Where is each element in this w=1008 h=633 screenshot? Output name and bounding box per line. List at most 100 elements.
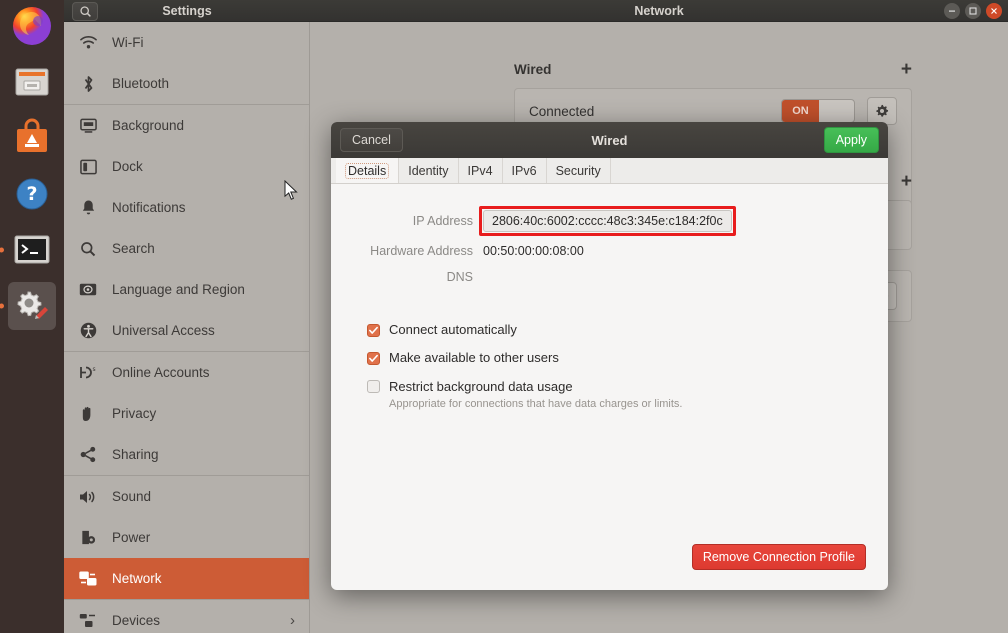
- sidebar-item-label: Sharing: [112, 447, 159, 462]
- settings-window: Settings Network Wi-Fi Bluetooth Backgro…: [64, 0, 1008, 633]
- dock-item-settings[interactable]: [8, 282, 56, 330]
- sidebar-item-sound[interactable]: Sound: [64, 476, 309, 517]
- files-icon: [15, 68, 49, 96]
- connect-automatically-row[interactable]: Connect automatically: [367, 322, 888, 337]
- settings-sidebar: Wi-Fi Bluetooth Background Dock Notifica…: [64, 22, 310, 633]
- make-available-row[interactable]: Make available to other users: [367, 350, 888, 365]
- tab-identity[interactable]: Identity: [399, 158, 459, 183]
- dock-item-files[interactable]: [8, 58, 56, 106]
- tab-label: IPv4: [467, 163, 493, 178]
- svg-text:?: ?: [26, 183, 37, 205]
- dock-item-help[interactable]: ?: [8, 170, 56, 218]
- add-wired-connection-button[interactable]: +: [901, 60, 912, 79]
- sound-icon: [78, 489, 98, 505]
- sidebar-item-label: Online Accounts: [112, 365, 210, 380]
- chevron-right-icon: ›: [290, 612, 295, 629]
- sidebar-item-label: Language and Region: [112, 282, 245, 297]
- language-icon: [78, 283, 98, 296]
- sidebar-item-label: Universal Access: [112, 323, 215, 338]
- tab-label: Details: [345, 162, 390, 179]
- background-icon: [78, 118, 98, 134]
- dock-item-firefox[interactable]: [8, 2, 56, 50]
- ip-address-value[interactable]: 2806:40c:6002:cccc:48c3:345e:c184:2f0c: [483, 210, 732, 232]
- help-icon: ?: [16, 178, 48, 210]
- sharing-icon: [78, 446, 98, 463]
- settings-icon: [17, 291, 48, 319]
- screen: ? Settings Network Wi-Fi Bluetooth Backg…: [0, 0, 1008, 633]
- sidebar-item-devices[interactable]: Devices ›: [64, 600, 309, 633]
- close-button[interactable]: [986, 3, 1002, 19]
- firefox-icon: [13, 7, 51, 45]
- restrict-background-data-sublabel: Appropriate for connections that have da…: [389, 398, 683, 410]
- tab-security[interactable]: Security: [547, 158, 611, 183]
- cancel-button[interactable]: Cancel: [340, 128, 403, 152]
- search-button[interactable]: [72, 1, 98, 21]
- online-accounts-icon: s: [78, 365, 98, 380]
- dialog-header: Cancel Wired Apply: [331, 122, 888, 158]
- toggle-on-label: ON: [782, 100, 819, 122]
- apply-button[interactable]: Apply: [823, 127, 879, 153]
- wifi-icon: [78, 35, 98, 50]
- sidebar-item-search[interactable]: Search: [64, 228, 309, 269]
- sidebar-item-wifi[interactable]: Wi-Fi: [64, 22, 309, 63]
- launcher-dock: ?: [0, 0, 64, 633]
- sidebar-item-label: Power: [112, 530, 151, 545]
- sidebar-item-sharing[interactable]: Sharing: [64, 434, 309, 475]
- sidebar-item-notifications[interactable]: Notifications: [64, 187, 309, 228]
- mouse-cursor: [284, 180, 298, 200]
- sidebar-item-online-accounts[interactable]: s Online Accounts: [64, 352, 309, 393]
- sidebar-item-privacy[interactable]: Privacy: [64, 393, 309, 434]
- restrict-background-data-row[interactable]: Restrict background data usage Appropria…: [367, 378, 888, 410]
- hardware-address-value: 00:50:00:00:08:00: [483, 244, 584, 258]
- ip-address-row: IP Address 2806:40c:6002:cccc:48c3:345e:…: [331, 206, 888, 236]
- add-connection-button-secondary[interactable]: +: [901, 172, 912, 191]
- main-panel-title: Network: [634, 4, 684, 18]
- dock-item-ubuntu-software[interactable]: [8, 114, 56, 162]
- tab-details[interactable]: Details: [336, 158, 400, 183]
- dns-row: DNS: [331, 270, 888, 284]
- checkbox-checked-icon: [367, 352, 380, 365]
- privacy-hand-icon: [78, 405, 98, 422]
- dock-item-terminal[interactable]: [8, 226, 56, 274]
- connect-automatically-label: Connect automatically: [389, 322, 517, 337]
- sidebar-item-label: Background: [112, 118, 185, 133]
- ip-address-highlight: 2806:40c:6002:cccc:48c3:345e:c184:2f0c: [479, 206, 736, 236]
- remove-connection-profile-button[interactable]: Remove Connection Profile: [691, 544, 866, 570]
- sidebar-item-universal-access[interactable]: Universal Access: [64, 310, 309, 351]
- maximize-button[interactable]: [965, 3, 981, 19]
- dialog-title: Wired: [591, 132, 628, 148]
- sidebar-item-label: Dock: [112, 159, 143, 174]
- bluetooth-icon: [78, 75, 98, 93]
- sidebar-item-background[interactable]: Background: [64, 105, 309, 146]
- tab-label: IPv6: [511, 163, 537, 178]
- tab-ipv4[interactable]: IPv4: [459, 158, 503, 183]
- minimize-button[interactable]: [944, 3, 960, 19]
- sidebar-item-power[interactable]: Power: [64, 517, 309, 558]
- network-icon: [78, 571, 98, 587]
- gear-icon: [876, 104, 889, 117]
- search-icon: [79, 5, 91, 17]
- wired-settings-button[interactable]: [867, 97, 897, 125]
- checkbox-unchecked-icon: [367, 380, 380, 393]
- sidebar-item-dock[interactable]: Dock: [64, 146, 309, 187]
- sidebar-item-label: Search: [112, 241, 155, 256]
- terminal-icon: [14, 235, 50, 264]
- wired-toggle[interactable]: ON: [781, 99, 855, 123]
- wired-section-header: Wired +: [514, 60, 912, 79]
- sidebar-item-network[interactable]: Network: [64, 558, 309, 599]
- wired-settings-dialog: Cancel Wired Apply Details Identity IPv4…: [331, 122, 888, 590]
- bell-icon: [78, 199, 98, 216]
- dialog-body: IP Address 2806:40c:6002:cccc:48c3:345e:…: [331, 184, 888, 590]
- checkbox-checked-icon: [367, 324, 380, 337]
- tab-label: Identity: [408, 163, 449, 178]
- sidebar-item-label: Privacy: [112, 406, 157, 421]
- make-available-label: Make available to other users: [389, 350, 559, 365]
- sidebar-item-label: Devices: [112, 613, 161, 628]
- sidebar-item-language-and-region[interactable]: Language and Region: [64, 269, 309, 310]
- ip-address-label: IP Address: [412, 214, 473, 228]
- dns-label: DNS: [446, 270, 473, 284]
- search-icon: [78, 241, 98, 257]
- tab-ipv6[interactable]: IPv6: [503, 158, 547, 183]
- accessibility-icon: [78, 322, 98, 339]
- sidebar-item-bluetooth[interactable]: Bluetooth: [64, 63, 309, 104]
